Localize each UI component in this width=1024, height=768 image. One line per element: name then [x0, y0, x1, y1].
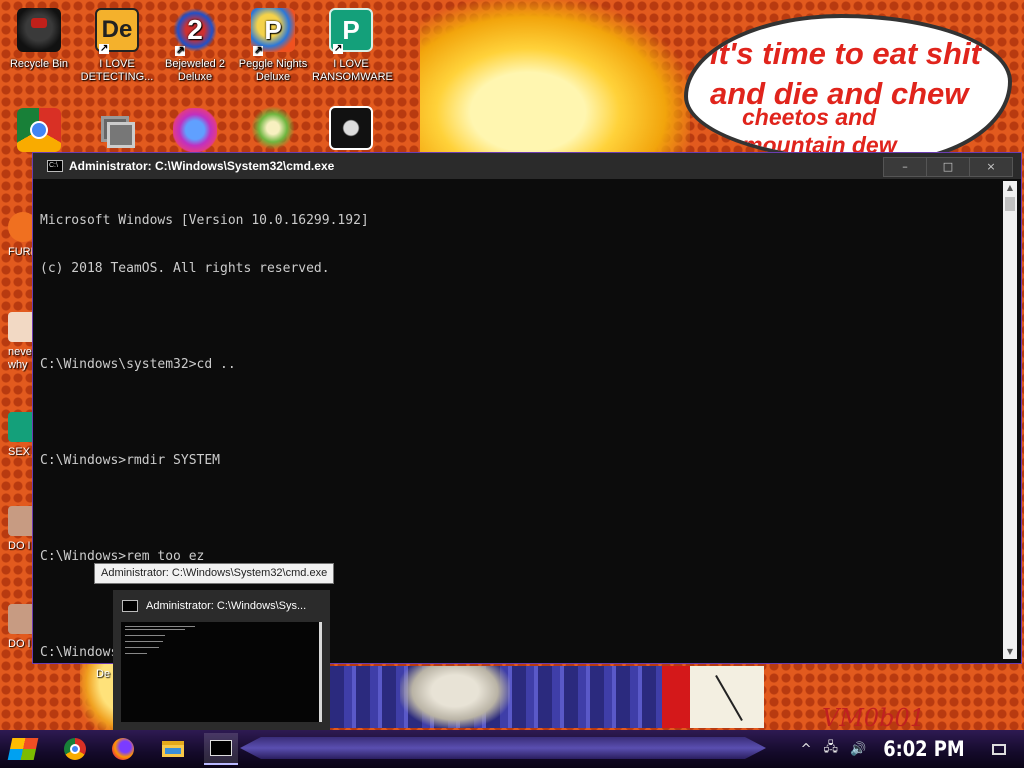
- peggle-glyph: P: [264, 15, 282, 45]
- notification-icon[interactable]: [992, 743, 1006, 755]
- cmd-icon: [210, 740, 232, 756]
- network-icon[interactable]: 🖧: [823, 738, 838, 760]
- clock[interactable]: 6:02 PM: [883, 737, 964, 761]
- desktop-icon-label: neve why: [8, 346, 32, 371]
- plants-icon: [251, 106, 295, 150]
- wallpaper-flame: [420, 0, 690, 160]
- chrome-icon: [17, 108, 61, 152]
- taskbar: ^ 🖧 🔊 6:02 PM: [0, 730, 1024, 768]
- console-line: (c) 2018 TeamOS. All rights reserved.: [40, 261, 330, 276]
- scroll-up-icon[interactable]: ▲: [1003, 181, 1017, 195]
- desktop-icon-recycle-bin[interactable]: Recycle Bin: [0, 8, 78, 71]
- thumbnail-header: Administrator: C:\Windows\Sys...: [113, 590, 330, 622]
- desktop-icon-gem[interactable]: [156, 108, 234, 158]
- gem-icon: [173, 108, 217, 152]
- console-line: C:\Windows\system32>cd ..: [40, 357, 236, 372]
- scroll-down-icon[interactable]: ▼: [1003, 645, 1017, 659]
- desktop-icon-label: Peggle Nights Deluxe: [238, 58, 308, 83]
- cmd-icon: [122, 600, 138, 612]
- preview-line: [125, 629, 185, 630]
- preview-line: [125, 635, 165, 636]
- recycle-bin-icon: [17, 8, 61, 52]
- desktop-icon-bejeweled[interactable]: 2 ↗ Bejeweled 2 Deluxe: [156, 8, 234, 84]
- minimize-button[interactable]: –: [883, 157, 927, 177]
- maximize-button[interactable]: □: [926, 157, 970, 177]
- console-line: Microsoft Windows [Version 10.0.16299.19…: [40, 213, 369, 228]
- windows-logo-icon: [7, 738, 39, 760]
- desktop-icon-label: I LOVE DETECTING...: [80, 58, 154, 83]
- de-glyph: De: [101, 16, 133, 43]
- system-tray: ^ 🖧 🔊 6:02 PM: [795, 730, 1024, 768]
- scroll-thumb[interactable]: [1005, 197, 1015, 211]
- desktop-icon-label: I LOVE RANSOMWARE: [312, 58, 393, 83]
- bejeweled-icon: 2 ↗: [173, 8, 217, 56]
- preview-line: [125, 641, 163, 642]
- desktop-icon-peggle[interactable]: P ↗ Peggle Nights Deluxe: [234, 8, 312, 84]
- desktop-icon-label: SEX: [8, 446, 31, 458]
- start-button[interactable]: [6, 733, 40, 765]
- windows-stack-icon: [95, 108, 139, 152]
- de-icon: De ↗: [95, 8, 139, 54]
- taskbar-file-explorer[interactable]: [156, 733, 190, 765]
- desktop-icon-windows-stack[interactable]: [78, 108, 156, 158]
- speech-line: cheetos and: [742, 104, 877, 130]
- taskbar-cmd[interactable]: [204, 733, 238, 765]
- dark-circle-icon: [329, 106, 373, 150]
- chrome-icon: [64, 738, 86, 760]
- desktop-icon-label: DO I: [8, 540, 31, 552]
- vm-label: VM0b01: [822, 704, 926, 732]
- desktop-icon-label: DO I: [8, 638, 31, 650]
- taskbar-decoration: [240, 737, 766, 759]
- window-title: Administrator: C:\Windows\System32\cmd.e…: [69, 159, 335, 173]
- shortcut-arrow-icon: ↗: [175, 45, 186, 56]
- desktop-icon-i-love-ransomware[interactable]: P ↗ I LOVE RANSOMWARE: [312, 8, 393, 84]
- desktop-icon-dark[interactable]: [312, 106, 390, 156]
- preview-line: [125, 653, 147, 654]
- bejeweled-glyph: 2: [187, 14, 203, 45]
- firefox-icon: [112, 738, 134, 760]
- console-line: C:\Windows>rmdir SYSTEM: [40, 453, 221, 468]
- taskbar-chrome[interactable]: [58, 733, 92, 765]
- show-hidden-icons-chevron-icon[interactable]: ^: [801, 742, 812, 757]
- speech-line: it's time to eat shit: [710, 36, 981, 71]
- volume-icon[interactable]: 🔊: [850, 742, 866, 757]
- wallpaper-speech-bubble: it's time to eat shit and die and chew c…: [684, 14, 1012, 164]
- thumbnail-title: Administrator: C:\Windows\Sys...: [146, 600, 307, 612]
- desktop-icon-plants[interactable]: [234, 106, 312, 156]
- taskbar-tooltip: Administrator: C:\Windows\System32\cmd.e…: [94, 563, 335, 584]
- cmd-window[interactable]: C:\ Administrator: C:\Windows\System32\c…: [32, 152, 1022, 664]
- shortcut-arrow-icon: ↗: [253, 45, 264, 56]
- cmd-icon: C:\: [47, 160, 63, 172]
- thumbnail-preview[interactable]: [121, 622, 322, 722]
- close-button[interactable]: ×: [969, 157, 1013, 177]
- preview-line: [125, 647, 159, 648]
- desktop-icon-label: Bejeweled 2 Deluxe: [165, 58, 225, 83]
- shortcut-arrow-icon: ↗: [99, 43, 110, 54]
- peggle-icon: P ↗: [251, 8, 295, 56]
- cmd-titlebar[interactable]: C:\ Administrator: C:\Windows\System32\c…: [33, 153, 1021, 179]
- desktop-icon-label: Recycle Bin: [9, 58, 69, 70]
- shortcut-arrow-icon: ↗: [333, 43, 344, 54]
- folder-icon: [162, 741, 184, 757]
- desktop-icon-i-love-detecting[interactable]: De ↗ I LOVE DETECTING...: [78, 8, 156, 84]
- publisher-glyph: P: [342, 15, 360, 45]
- preview-line: [125, 626, 195, 627]
- publisher-icon: P ↗: [329, 8, 373, 54]
- window-controls: – □ ×: [883, 157, 1013, 177]
- taskbar-firefox[interactable]: [106, 733, 140, 765]
- taskbar-thumbnail[interactable]: Administrator: C:\Windows\Sys...: [113, 590, 330, 730]
- vertical-scrollbar[interactable]: ▲ ▼: [1003, 181, 1017, 659]
